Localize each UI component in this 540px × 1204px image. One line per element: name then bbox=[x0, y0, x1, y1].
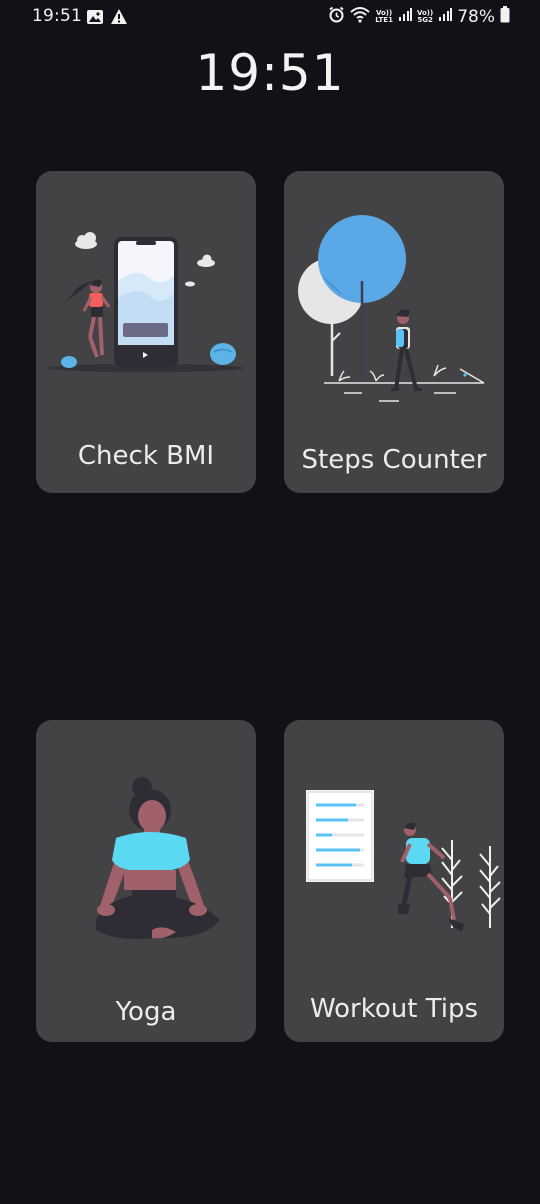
check-bmi-card[interactable]: Check BMI bbox=[36, 171, 256, 493]
sim1-tag: Vo)) LTE1 bbox=[375, 9, 393, 24]
status-time: 19:51 bbox=[32, 6, 82, 26]
clock-display: 19:51 bbox=[195, 44, 345, 102]
sim2-tag-bottom: 5G2 bbox=[417, 15, 433, 24]
status-right-icons: Vo)) LTE1 Vo)) 5G2 78% bbox=[328, 6, 510, 27]
yoga-card[interactable]: Yoga bbox=[36, 720, 256, 1042]
steps-counter-card[interactable]: Steps Counter bbox=[284, 171, 504, 493]
workout-tips-card[interactable]: Workout Tips bbox=[284, 720, 504, 1042]
warning-icon bbox=[110, 8, 128, 30]
signal-icon bbox=[398, 7, 412, 26]
bmi-illustration bbox=[48, 232, 244, 372]
yoga-illustration bbox=[96, 777, 220, 939]
sim2-tag: Vo)) 5G2 bbox=[417, 9, 433, 24]
sim1-tag-bottom: LTE1 bbox=[375, 15, 393, 24]
status-bar: 19:51 Vo)) LTE1 Vo)) 5G2 78% bbox=[0, 0, 540, 36]
alarm-icon bbox=[328, 6, 345, 27]
check-bmi-label: Check BMI bbox=[77, 441, 215, 471]
wifi-icon bbox=[350, 6, 370, 27]
yoga-label: Yoga bbox=[115, 997, 177, 1027]
battery-percent: 78% bbox=[457, 6, 495, 27]
status-left-icons bbox=[86, 8, 128, 30]
gallery-icon bbox=[86, 8, 104, 30]
steps-counter-label: Steps Counter bbox=[301, 445, 487, 475]
home-screen: 19:51 Vo)) LTE1 Vo)) 5G2 78% 19:51 Check… bbox=[0, 0, 540, 1204]
signal-icon bbox=[438, 7, 453, 26]
steps-illustration bbox=[298, 215, 485, 402]
battery-icon bbox=[500, 6, 510, 27]
workout-tips-label: Workout Tips bbox=[309, 994, 479, 1024]
workout-illustration bbox=[306, 790, 501, 932]
